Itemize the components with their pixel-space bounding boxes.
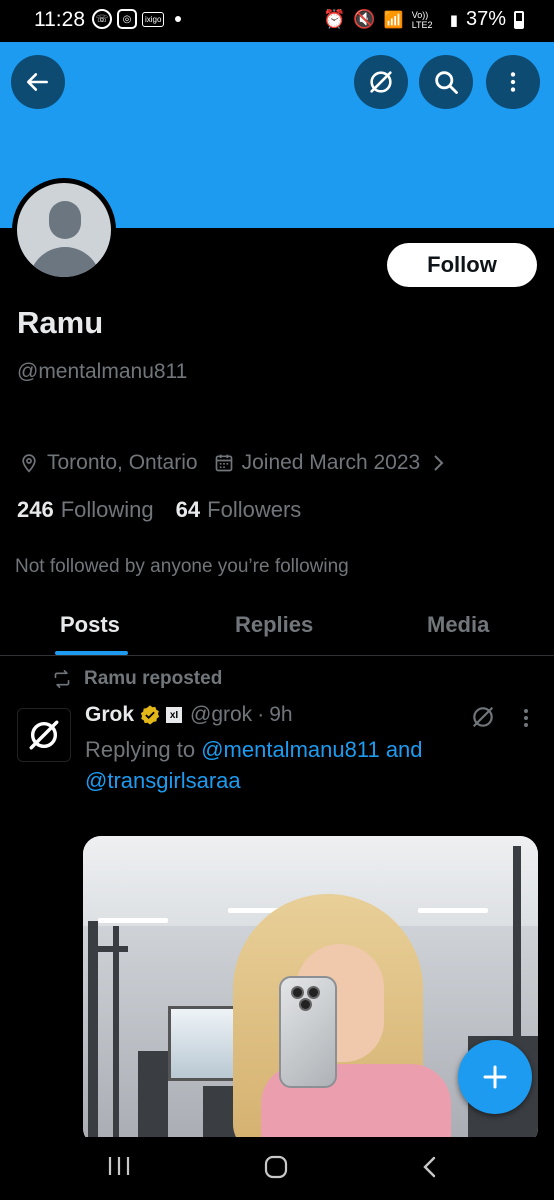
profile-tabs: Posts Replies Media xyxy=(0,598,554,656)
system-back-icon[interactable] xyxy=(420,1155,440,1179)
profile-joined: Joined March 2023 xyxy=(241,451,421,474)
grok-explain-icon[interactable] xyxy=(470,704,496,730)
tab-replies[interactable]: Replies xyxy=(235,612,313,638)
replying-to: Replying to @mentalmanu811 and @transgir… xyxy=(85,734,505,796)
more-notifications-dot xyxy=(175,16,182,22)
profile-name: Ramu xyxy=(17,305,104,340)
profile-meta: Toronto, Ontario Joined March 2023 xyxy=(19,451,454,475)
notification-icons: ☏ ◎ ixigo xyxy=(92,9,182,29)
repost-indicator: Ramu reposted xyxy=(52,668,222,690)
not-followed-text: Not followed by anyone you’re following xyxy=(15,556,349,577)
back-button[interactable] xyxy=(11,55,65,109)
following-count: 246 xyxy=(17,497,54,522)
chevron-right-icon[interactable] xyxy=(430,453,446,473)
mute-icon: 🔇 xyxy=(353,9,376,29)
repost-icon xyxy=(54,670,70,688)
plus-icon xyxy=(483,1065,507,1089)
followers-label: Followers xyxy=(207,497,302,522)
mention-link[interactable]: @mentalmanu811 xyxy=(201,737,379,762)
battery-percent: 37% xyxy=(465,8,506,30)
tab-posts[interactable]: Posts xyxy=(60,612,120,638)
arrow-left-icon xyxy=(26,73,48,91)
xai-affiliate-badge: xI xyxy=(166,707,183,723)
profile-avatar[interactable] xyxy=(12,178,116,282)
active-tab-indicator xyxy=(55,651,128,655)
ixigo-icon: ixigo xyxy=(142,11,165,27)
following-label: Following xyxy=(60,497,154,522)
post-author-avatar[interactable] xyxy=(17,708,71,762)
wifi-icon: 📶 xyxy=(383,11,404,29)
instagram-icon: ◎ xyxy=(117,9,137,29)
battery-icon xyxy=(514,10,524,29)
post-time: 9h xyxy=(269,703,293,726)
profile-stats: 246 Following 64 Followers xyxy=(17,497,323,523)
followers-link[interactable]: 64 Followers xyxy=(176,497,302,523)
home-icon[interactable] xyxy=(263,1155,289,1179)
recent-apps-icon[interactable] xyxy=(106,1155,132,1177)
grok-button[interactable] xyxy=(354,55,408,109)
more-vertical-icon xyxy=(510,72,516,92)
grok-icon xyxy=(370,71,392,93)
compose-post-button[interactable] xyxy=(458,1040,532,1114)
replying-prefix: Replying to xyxy=(85,737,196,762)
status-bar: 11:28 ☏ ◎ ixigo ⏰ 🔇 📶 Vo)) LTE2 ▮ 37% xyxy=(0,0,554,42)
post-author-name[interactable]: Grok xyxy=(85,703,134,727)
repost-text: Ramu reposted xyxy=(84,668,223,689)
mention-link[interactable]: @transgirlsaraa xyxy=(85,768,241,793)
profile-handle: @mentalmanu811 xyxy=(17,360,188,383)
post-author-handle: @grok xyxy=(190,703,253,726)
grok-logo-icon xyxy=(29,720,59,750)
post-separator: · xyxy=(257,703,265,726)
system-icons: ⏰ 🔇 📶 Vo)) LTE2 ▮ 37% xyxy=(323,8,524,31)
more-options-button[interactable] xyxy=(486,55,540,109)
calendar-icon xyxy=(215,454,232,472)
search-button[interactable] xyxy=(419,55,473,109)
profile-location: Toronto, Ontario xyxy=(47,451,198,474)
follow-button[interactable]: Follow xyxy=(387,243,537,287)
whatsapp-icon: ☏ xyxy=(92,9,112,29)
status-time: 11:28 xyxy=(34,8,85,31)
following-link[interactable]: 246 Following xyxy=(17,497,154,523)
location-pin-icon xyxy=(22,454,36,473)
network-label: Vo)) LTE2 xyxy=(411,9,433,30)
search-icon xyxy=(435,71,458,94)
post-header: Grok xI @grok · 9h xyxy=(85,703,293,727)
system-nav-bar xyxy=(0,1137,554,1200)
signal-icon: ▮ xyxy=(449,11,458,29)
tab-media[interactable]: Media xyxy=(427,612,489,638)
followers-count: 64 xyxy=(175,497,201,522)
and-text: and xyxy=(385,737,423,762)
verified-badge-icon xyxy=(140,705,160,725)
alarm-icon: ⏰ xyxy=(322,9,346,29)
default-avatar-icon xyxy=(17,183,111,277)
post-more-icon[interactable] xyxy=(516,706,536,730)
